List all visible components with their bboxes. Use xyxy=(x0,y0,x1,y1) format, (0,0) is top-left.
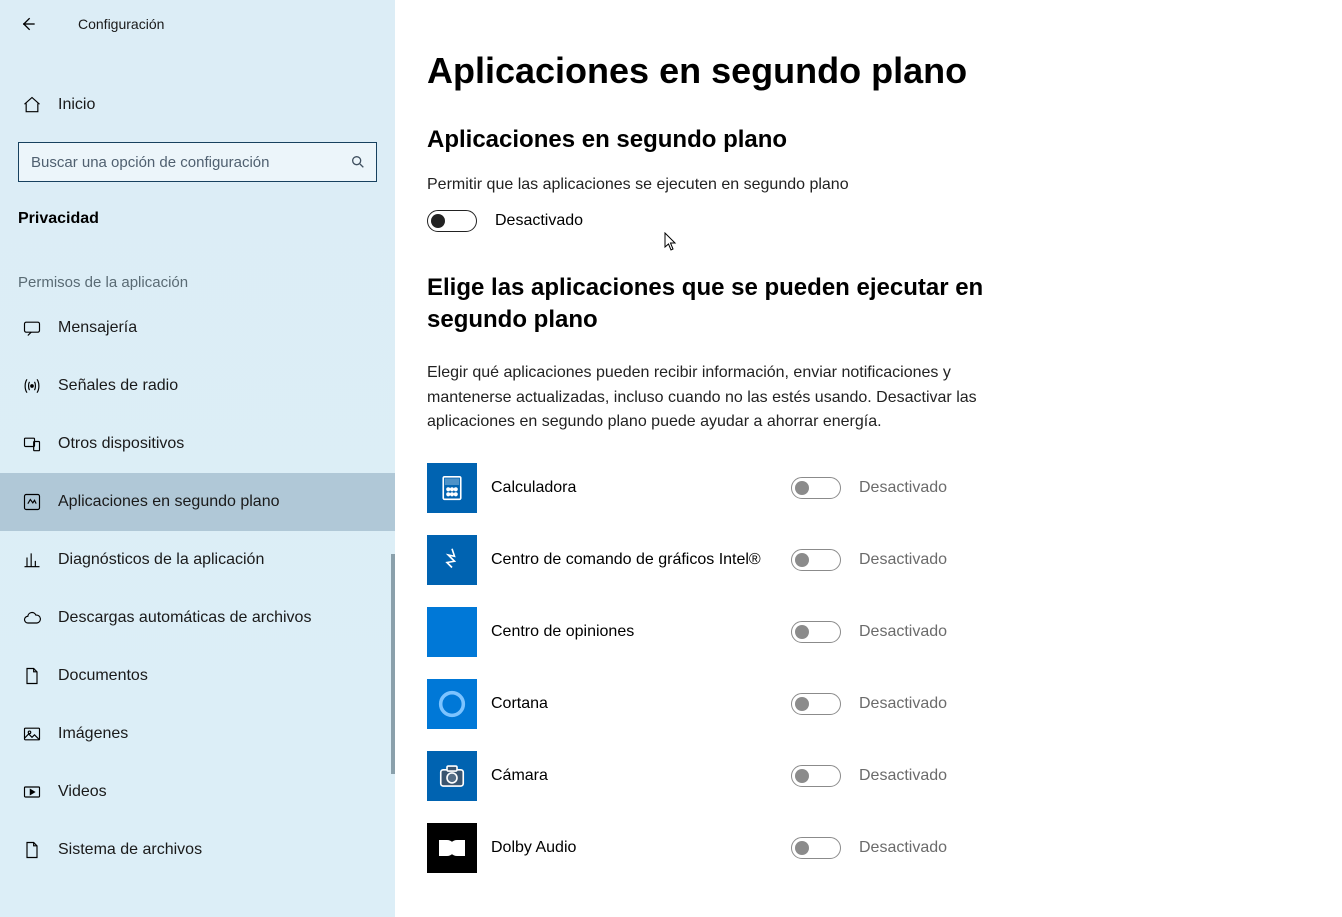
app-row: Cortana Desactivado xyxy=(427,679,1310,729)
doc-icon xyxy=(22,666,44,686)
search-box[interactable] xyxy=(18,142,377,182)
sidebar-item-label: Documentos xyxy=(58,667,148,685)
main-content: Aplicaciones en segundo plano Aplicacion… xyxy=(395,0,1342,917)
sidebar-item-label: Aplicaciones en segundo plano xyxy=(58,493,280,511)
master-toggle-desc: Permitir que las aplicaciones se ejecute… xyxy=(427,176,987,194)
home-label: Inicio xyxy=(58,96,95,114)
arrow-left-icon xyxy=(18,14,38,34)
devices-icon xyxy=(22,434,44,454)
sidebar-item-senales-radio[interactable]: Señales de radio xyxy=(0,357,395,415)
app-toggle[interactable] xyxy=(791,693,841,715)
sidebar-item-label: Imágenes xyxy=(58,725,128,743)
image-icon xyxy=(22,724,44,744)
sidebar-item-label: Diagnósticos de la aplicación xyxy=(58,551,264,569)
sub-title: Aplicaciones en segundo plano xyxy=(427,126,1310,154)
sidebar-item-label: Señales de radio xyxy=(58,377,178,395)
page-title: Aplicaciones en segundo plano xyxy=(427,50,1310,92)
doc-icon xyxy=(22,840,44,860)
sidebar-item-label: Descargas automáticas de archivos xyxy=(58,609,311,627)
app-toggle-state: Desactivado xyxy=(859,839,947,857)
sidebar-item-sistema-archivos[interactable]: Sistema de archivos xyxy=(0,821,395,879)
sidebar-item-diagnosticos[interactable]: Diagnósticos de la aplicación xyxy=(0,531,395,589)
app-toggle[interactable] xyxy=(791,549,841,571)
cloud-icon xyxy=(22,608,44,628)
choose-desc: Elegir qué aplicaciones pueden recibir i… xyxy=(427,361,987,435)
search-input[interactable] xyxy=(31,154,350,171)
app-name: Cámara xyxy=(491,765,761,787)
nav-list: Mensajería Señales de radio Otros disposit… xyxy=(0,299,395,879)
app-name: Dolby Audio xyxy=(491,837,761,859)
search-icon xyxy=(350,154,366,170)
app-toggle-state: Desactivado xyxy=(859,695,947,713)
app-icon xyxy=(427,607,477,657)
app-toggle[interactable] xyxy=(791,621,841,643)
app-name: Centro de opiniones xyxy=(491,621,761,643)
app-toggle[interactable] xyxy=(791,837,841,859)
app-toggle[interactable] xyxy=(791,477,841,499)
home-button[interactable]: Inicio xyxy=(0,78,395,132)
sidebar-item-descargas-auto[interactable]: Descargas automáticas de archivos xyxy=(0,589,395,647)
sidebar-item-label: Mensajería xyxy=(58,319,137,337)
sidebar-item-label: Videos xyxy=(58,783,107,801)
app-toggle-state: Desactivado xyxy=(859,767,947,785)
chat-icon xyxy=(22,318,44,338)
sidebar-item-videos[interactable]: Videos xyxy=(0,763,395,821)
app-icon xyxy=(427,535,477,585)
radio-icon xyxy=(22,376,44,396)
diag-icon xyxy=(22,550,44,570)
app-name: Centro de comando de gráficos Intel® xyxy=(491,549,761,571)
sidebar-item-imagenes[interactable]: Imágenes xyxy=(0,705,395,763)
section-subtitle: Permisos de la aplicación xyxy=(0,234,395,299)
back-button[interactable] xyxy=(18,4,58,44)
app-name: Cortana xyxy=(491,693,761,715)
app-icon xyxy=(427,679,477,729)
app-row: Centro de comando de gráficos Intel® Desa… xyxy=(427,535,1310,585)
app-toggle-state: Desactivado xyxy=(859,623,947,641)
master-toggle-state: Desactivado xyxy=(495,212,583,230)
app-row: Cámara Desactivado xyxy=(427,751,1310,801)
app-row: Calculadora Desactivado xyxy=(427,463,1310,513)
section-title: Privacidad xyxy=(0,182,395,234)
sidebar-item-documentos[interactable]: Documentos xyxy=(0,647,395,705)
home-icon xyxy=(22,95,44,115)
app-row: Centro de opiniones Desactivado xyxy=(427,607,1310,657)
app-toggle-state: Desactivado xyxy=(859,479,947,497)
app-icon xyxy=(427,463,477,513)
master-toggle[interactable] xyxy=(427,210,477,232)
sidebar-header: Configuración xyxy=(0,0,395,48)
app-icon xyxy=(427,823,477,873)
app-name: Calculadora xyxy=(491,477,761,499)
sidebar-item-apps-segundo-plano[interactable]: Aplicaciones en segundo plano xyxy=(0,473,395,531)
sidebar-item-label: Sistema de archivos xyxy=(58,841,202,859)
app-row: Dolby Audio Desactivado xyxy=(427,823,1310,873)
sidebar-item-otros-dispositivos[interactable]: Otros dispositivos xyxy=(0,415,395,473)
sidebar-item-mensajeria[interactable]: Mensajería xyxy=(0,299,395,357)
app-toggle-state: Desactivado xyxy=(859,551,947,569)
scrollbar-thumb[interactable] xyxy=(391,554,395,774)
app-title: Configuración xyxy=(78,16,164,32)
app-list: CalculadoraDesactivadoCentro de comando … xyxy=(427,463,1310,873)
sidebar-item-label: Otros dispositivos xyxy=(58,435,184,453)
video-icon xyxy=(22,782,44,802)
choose-title: Elige las aplicaciones que se pueden eje… xyxy=(427,272,987,337)
bgapp-icon xyxy=(22,492,44,512)
app-toggle[interactable] xyxy=(791,765,841,787)
app-icon xyxy=(427,751,477,801)
sidebar: Configuración Inicio Privacidad Permisos… xyxy=(0,0,395,917)
